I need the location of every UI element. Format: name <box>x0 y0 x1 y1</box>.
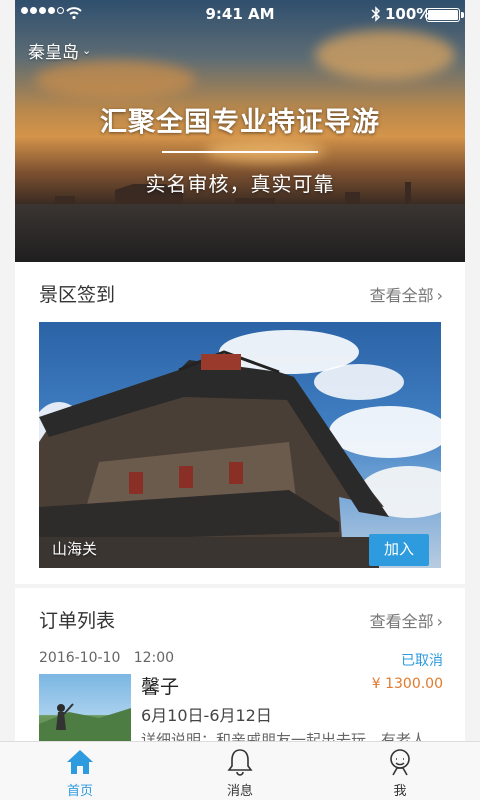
scenic-spot-name: 山海关 <box>52 540 98 558</box>
order-section: 订单列表 查看全部 › 2016-10-10 12:00 已取消 馨子 ¥ 130… <box>15 588 465 749</box>
join-button[interactable]: 加入 <box>369 534 429 566</box>
tab-messages[interactable]: 消息 <box>160 742 320 800</box>
home-icon <box>67 750 93 774</box>
order-view-all-link[interactable]: 查看全部 › <box>370 608 443 632</box>
user-icon <box>390 749 410 776</box>
scenic-section-header: 景区签到 查看全部 › <box>15 262 465 322</box>
bell-icon <box>227 749 253 776</box>
order-date-range: 6月10日-6月12日 <box>141 706 272 725</box>
order-price: ¥ 1300.00 <box>371 676 443 692</box>
scenic-section-title: 景区签到 <box>39 284 116 306</box>
bluetooth-icon <box>371 6 381 22</box>
guide-avatar[interactable] <box>39 674 131 748</box>
chevron-down-icon: ⌄ <box>82 44 92 57</box>
guide-photo <box>39 703 131 748</box>
order-section-title: 订单列表 <box>39 610 116 632</box>
city-selector[interactable]: 秦皇岛 ⌄ <box>28 38 91 63</box>
chevron-right-icon: › <box>436 286 443 305</box>
view-all-label: 查看全部 <box>369 612 434 631</box>
city-name: 秦皇岛 <box>28 43 79 63</box>
hero-divider <box>162 151 318 153</box>
battery-percent: 100% <box>385 5 432 23</box>
scenic-card[interactable]: 山海关 加入 <box>39 322 441 568</box>
order-date: 2016-10-10 <box>39 650 121 666</box>
shanhaiguan-illustration <box>39 330 441 568</box>
app-screen: 9:41 AM 100% 秦皇岛 ⌄ 汇聚全国专业持证导游 实名审核，真实可靠 … <box>0 0 480 800</box>
order-datetime: 2016-10-10 12:00 <box>39 650 174 666</box>
square-ground <box>15 204 465 262</box>
chevron-right-icon: › <box>436 612 443 631</box>
view-all-label: 查看全部 <box>369 286 434 305</box>
sky-cloud <box>315 30 455 80</box>
tab-home[interactable]: 首页 <box>0 742 160 800</box>
guide-name: 馨子 <box>141 676 180 698</box>
tab-home-label: 首页 <box>66 784 93 799</box>
scenic-view-all-link[interactable]: 查看全部 › <box>370 282 443 306</box>
status-bar: 9:41 AM 100% <box>0 0 480 28</box>
tab-messages-label: 消息 <box>226 784 253 799</box>
hero-subtitle: 实名审核，真实可靠 <box>145 172 335 196</box>
tab-me[interactable]: 我 <box>320 742 480 800</box>
bottom-tab-bar: 首页 消息 我 <box>0 741 480 800</box>
sky-cloud <box>35 60 195 100</box>
scenic-card-container: 山海关 加入 <box>15 322 465 584</box>
order-status-badge: 已取消 <box>401 653 443 669</box>
hero-title: 汇聚全国专业持证导游 <box>100 107 380 138</box>
order-time: 12:00 <box>133 650 175 666</box>
battery-icon <box>426 8 464 22</box>
tab-me-label: 我 <box>393 784 407 799</box>
